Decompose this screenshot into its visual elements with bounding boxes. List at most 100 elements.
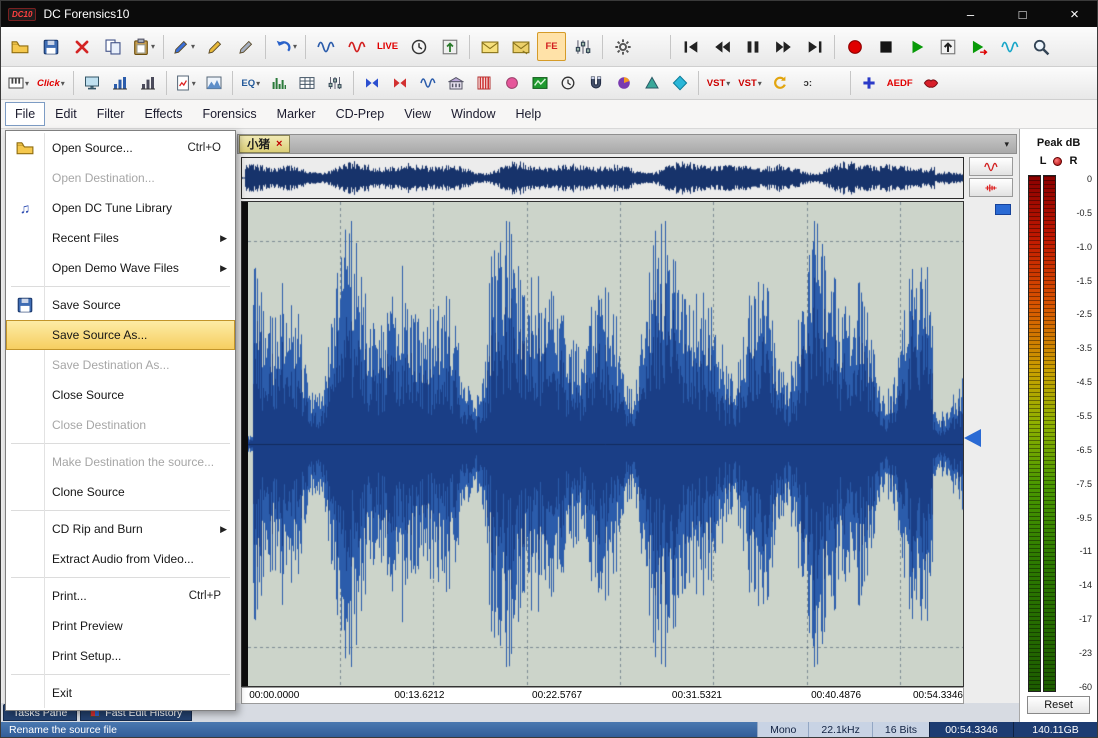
- add-plus-button[interactable]: [856, 70, 882, 96]
- comb-filter-button[interactable]: [471, 70, 497, 96]
- settings-gear-button[interactable]: [608, 32, 637, 61]
- eject-up-button[interactable]: [933, 32, 962, 61]
- gem-tool-button[interactable]: [667, 70, 693, 96]
- file-menu-item-open-dc-tune-library[interactable]: ♫ Open DC Tune Library: [6, 193, 235, 223]
- fast-edit-button[interactable]: FE: [537, 32, 567, 61]
- data-table-button[interactable]: [294, 70, 320, 96]
- wave-compare-button[interactable]: [969, 157, 1013, 176]
- menu-help[interactable]: Help: [506, 102, 552, 126]
- area-view-button[interactable]: [201, 70, 227, 96]
- zoom-button[interactable]: [1026, 32, 1055, 61]
- rewind-button[interactable]: [707, 32, 736, 61]
- monitor-button[interactable]: [79, 70, 105, 96]
- equalizer-button[interactable]: EQ ▾: [238, 70, 264, 96]
- notch-filter-button[interactable]: [387, 70, 413, 96]
- scalpel-button[interactable]: [231, 32, 260, 61]
- wave-marker-button[interactable]: [342, 32, 371, 61]
- marker-dot-button[interactable]: [499, 70, 525, 96]
- file-analysis-button[interactable]: ▾: [172, 70, 199, 96]
- skip-start-button[interactable]: [676, 32, 705, 61]
- scroll-handle[interactable]: [995, 204, 1011, 215]
- mixer-faders-button[interactable]: [322, 70, 348, 96]
- envelope-send-button[interactable]: [506, 32, 535, 61]
- lips-deesser-button[interactable]: [918, 70, 944, 96]
- pencil-button[interactable]: [200, 32, 229, 61]
- file-menu-item-print-preview[interactable]: Print Preview: [6, 611, 235, 641]
- file-menu-item-close-source[interactable]: Close Source: [6, 380, 235, 410]
- waveform-display[interactable]: [241, 201, 964, 687]
- gain-elevator-button[interactable]: [435, 32, 464, 61]
- waveform-overview[interactable]: [241, 157, 964, 199]
- paste-button[interactable]: ▾: [129, 32, 158, 61]
- menu-forensics[interactable]: Forensics: [192, 102, 266, 126]
- copy-button[interactable]: [98, 32, 127, 61]
- prism-tool-button[interactable]: [639, 70, 665, 96]
- green-display-button[interactable]: [527, 70, 553, 96]
- waveform-canvas[interactable]: [248, 202, 963, 686]
- menu-window[interactable]: Window: [441, 102, 505, 126]
- menu-view[interactable]: View: [394, 102, 441, 126]
- tab-close-icon[interactable]: ×: [276, 138, 282, 150]
- undo-button[interactable]: ▾: [271, 32, 300, 61]
- wave-markers-button[interactable]: [969, 178, 1013, 197]
- file-menu-item-extract-audio-from-video[interactable]: Extract Audio from Video...: [6, 544, 235, 574]
- save-button[interactable]: [36, 32, 65, 61]
- menu-marker[interactable]: Marker: [267, 102, 326, 126]
- open-source-button[interactable]: [5, 32, 34, 61]
- pen-tool-button[interactable]: ▾: [169, 32, 198, 61]
- close-button[interactable]: ×: [1052, 1, 1097, 27]
- punctuate-button[interactable]: ɔ:: [795, 70, 821, 96]
- tab-list-dropdown-icon[interactable]: ▾: [997, 139, 1016, 150]
- spectrum-analyzer-button[interactable]: [266, 70, 292, 96]
- envelope-button[interactable]: [475, 32, 504, 61]
- document-tab[interactable]: 小猪 ×: [239, 135, 291, 153]
- wave-preview-button[interactable]: [995, 32, 1024, 61]
- menu-cd-prep[interactable]: CD-Prep: [326, 102, 395, 126]
- file-menu-item-cd-rip-and-burn[interactable]: CD Rip and Burn ▶: [6, 514, 235, 544]
- aedf-tool-button[interactable]: AEDF: [884, 70, 916, 96]
- keyboard-button[interactable]: ▾: [5, 70, 32, 96]
- click-repair-button[interactable]: Click ▾: [34, 70, 68, 96]
- resample-button[interactable]: [767, 70, 793, 96]
- clip-indicator-led[interactable]: [1053, 156, 1063, 166]
- bowtie-filter-button[interactable]: [359, 70, 385, 96]
- file-menu-item-exit[interactable]: Exit: [6, 678, 235, 708]
- pause-button[interactable]: [738, 32, 767, 61]
- file-menu-item-print-setup[interactable]: Print Setup...: [6, 641, 235, 671]
- room-sim-button[interactable]: [443, 70, 469, 96]
- amplitude-cursor[interactable]: [964, 429, 981, 447]
- file-menu-item-clone-source[interactable]: Clone Source: [6, 477, 235, 507]
- menu-filter[interactable]: Filter: [87, 102, 135, 126]
- play-button[interactable]: [902, 32, 931, 61]
- menu-effects[interactable]: Effects: [134, 102, 192, 126]
- file-menu-item-save-source[interactable]: Save Source: [6, 290, 235, 320]
- meter-reset-button[interactable]: Reset: [1027, 696, 1090, 714]
- spectrogram-button[interactable]: [135, 70, 161, 96]
- wave-edit-button[interactable]: [311, 32, 340, 61]
- vst-plugins-button[interactable]: VST ▾: [704, 70, 734, 96]
- menu-edit[interactable]: Edit: [45, 102, 87, 126]
- vst-rack-button[interactable]: VST ▾: [735, 70, 765, 96]
- stop-button[interactable]: [871, 32, 900, 61]
- overview-canvas[interactable]: [242, 158, 963, 198]
- histogram-button[interactable]: [107, 70, 133, 96]
- pie-analysis-button[interactable]: [611, 70, 637, 96]
- record-button[interactable]: [840, 32, 869, 61]
- menu-file[interactable]: File: [5, 102, 46, 126]
- magnet-tool-button[interactable]: [583, 70, 609, 96]
- skip-end-button[interactable]: [800, 32, 829, 61]
- timer-button[interactable]: [404, 32, 433, 61]
- level-faders-button[interactable]: [568, 32, 597, 61]
- wave-tool-button[interactable]: [415, 70, 441, 96]
- time-clock-button[interactable]: [555, 70, 581, 96]
- close-file-button[interactable]: [67, 32, 96, 61]
- file-menu-item-open-source[interactable]: Open Source... Ctrl+O: [6, 133, 235, 163]
- live-record-button[interactable]: LIVE: [373, 32, 402, 61]
- file-menu-item-open-demo-wave-files[interactable]: Open Demo Wave Files ▶: [6, 253, 235, 283]
- file-menu-item-recent-files[interactable]: Recent Files ▶: [6, 223, 235, 253]
- file-menu-item-save-source-as[interactable]: Save Source As...: [6, 320, 235, 350]
- minimize-button[interactable]: –: [948, 1, 993, 27]
- file-menu-item-print[interactable]: Print... Ctrl+P: [6, 581, 235, 611]
- fast-forward-button[interactable]: [769, 32, 798, 61]
- maximize-button[interactable]: □: [1000, 1, 1045, 27]
